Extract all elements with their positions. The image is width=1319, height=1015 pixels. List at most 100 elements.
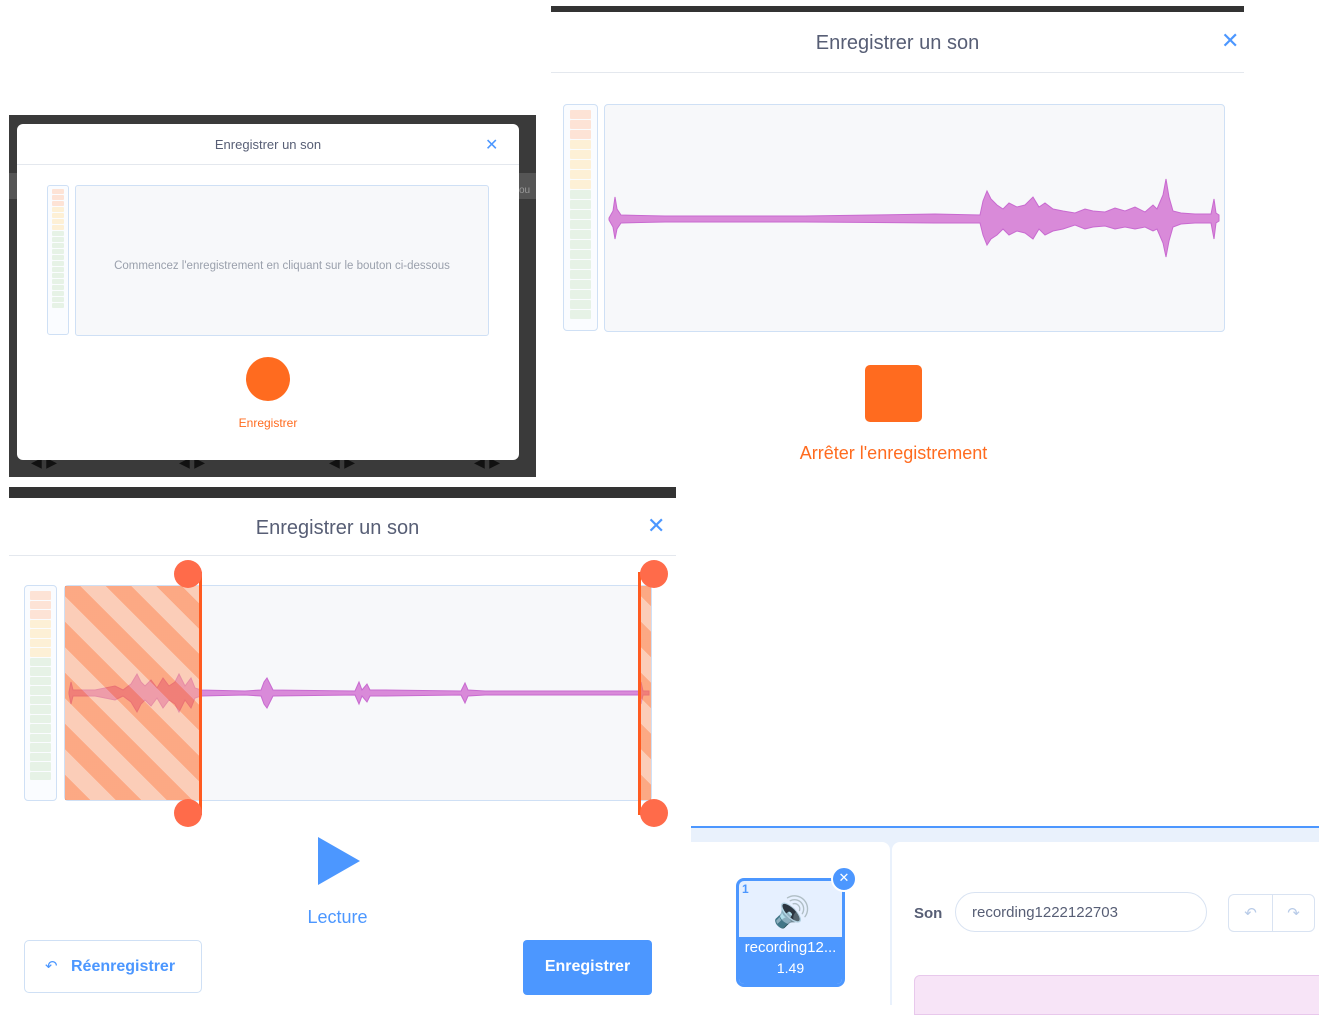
play-label[interactable]: Lecture (9, 907, 666, 928)
undo-icon[interactable]: ↶ (1228, 894, 1272, 932)
meter-segment (570, 130, 591, 139)
trim-right-knob-bottom[interactable] (640, 799, 668, 827)
divider (9, 555, 676, 556)
meter-segment (52, 303, 64, 308)
level-meter (24, 585, 57, 801)
meter-segment (52, 249, 64, 254)
meter-segment (52, 261, 64, 266)
stop-button[interactable] (865, 365, 922, 422)
meter-segment (570, 200, 591, 209)
meter-segment (570, 190, 591, 199)
waveform-preview (914, 975, 1319, 1015)
sound-editor: 1 🔊 recording12... 1.49 ✕ Son ↶ ↷ (691, 826, 1319, 1015)
meter-segment (30, 591, 51, 600)
meter-segment (30, 648, 51, 657)
meter-segment (30, 705, 51, 714)
background-text: ou (519, 185, 531, 196)
meter-segment (570, 240, 591, 249)
meter-segment (52, 273, 64, 278)
trim-right-region (641, 586, 651, 800)
meter-segment (570, 250, 591, 259)
modal-title: Enregistrer un son (815, 32, 980, 54)
rerecord-button[interactable]: ↶ Réenregistrer (24, 940, 202, 993)
trim-left-knob-top[interactable] (174, 560, 202, 588)
close-icon[interactable]: ✕ (485, 135, 498, 154)
record-modal-recording: Enregistrer un son ✕ Arrêter l'enregistr… (551, 6, 1244, 476)
speaker-icon: 🔊 (773, 895, 811, 930)
meter-segment (52, 279, 64, 284)
record-label[interactable]: Enregistrer (17, 416, 519, 430)
meter-segment (30, 714, 51, 723)
modal-title: Enregistrer un son (255, 517, 420, 539)
meter-segment (570, 270, 591, 279)
meter-segment (570, 170, 591, 179)
top-bar (9, 487, 676, 498)
meter-segment (570, 230, 591, 239)
sound-tile[interactable]: 1 🔊 recording12... 1.49 (736, 878, 845, 987)
divider (551, 72, 1244, 73)
meter-segment (30, 676, 51, 685)
record-modal-idle: ou ◀ ▶ ◀ ▶ ◀ ▶ ◀ ▶ Enregistrer un son ✕ … (9, 115, 536, 477)
meter-segment (52, 243, 64, 248)
trim-left-knob-bottom[interactable] (174, 799, 202, 827)
meter-segment (30, 733, 51, 742)
meter-segment (52, 189, 64, 194)
meter-segment (52, 219, 64, 224)
play-icon[interactable] (318, 837, 360, 885)
meter-segment (570, 220, 591, 229)
meter-segment (52, 201, 64, 206)
save-label: Enregistrer (544, 958, 631, 975)
waveform-area: Commencez l'enregistrement en cliquant s… (75, 185, 489, 336)
meter-segment (570, 150, 591, 159)
meter-segment (30, 667, 51, 676)
trim-right-handle[interactable] (638, 572, 641, 815)
meter-segment (52, 267, 64, 272)
record-modal-review: Enregistrer un son ✕ Lecture ↶ Réenregis… (9, 487, 676, 1005)
meter-segment (30, 762, 51, 771)
meter-segment (30, 629, 51, 638)
meter-segment (30, 752, 51, 761)
sound-tile-name: recording12... (744, 939, 837, 956)
sound-name-input[interactable] (955, 892, 1207, 932)
delete-icon[interactable]: ✕ (831, 866, 857, 892)
meter-segment (52, 255, 64, 260)
meter-segment (52, 195, 64, 200)
close-icon[interactable]: ✕ (647, 514, 665, 539)
meter-segment (30, 600, 51, 609)
sound-editor-main: Son ↶ ↷ (892, 842, 1319, 1015)
meter-segment (52, 207, 64, 212)
meter-segment (30, 695, 51, 704)
divider (17, 164, 519, 165)
close-icon[interactable]: ✕ (1221, 29, 1239, 54)
trim-left-handle[interactable] (199, 572, 202, 815)
meter-segment (570, 310, 591, 319)
trim-left-region (65, 586, 200, 800)
sound-tile-duration: 1.49 (776, 960, 805, 976)
meter-segment (30, 686, 51, 695)
meter-segment (30, 638, 51, 647)
redo-icon[interactable]: ↷ (1272, 894, 1315, 932)
meter-segment (30, 657, 51, 666)
meter-segment (570, 180, 591, 189)
meter-segment (30, 619, 51, 628)
record-button[interactable] (246, 357, 290, 401)
meter-segment (52, 213, 64, 218)
top-accent-line (691, 826, 1319, 828)
meter-segment (30, 610, 51, 619)
waveform-area (604, 104, 1225, 332)
meter-segment (570, 260, 591, 269)
stop-label[interactable]: Arrêter l'enregistrement (551, 443, 1236, 464)
top-bar (551, 6, 1244, 12)
rerecord-label: Réenregistrer (71, 958, 176, 975)
meter-segment (30, 771, 51, 780)
meter-segment (570, 140, 591, 149)
undo-icon: ↶ (45, 957, 58, 975)
save-button[interactable]: Enregistrer (523, 940, 652, 995)
modal-title: Enregistrer un son (214, 137, 322, 152)
trim-right-knob-top[interactable] (640, 560, 668, 588)
meter-segment (52, 297, 64, 302)
meter-segment (30, 743, 51, 752)
record-hint: Commencez l'enregistrement en cliquant s… (114, 260, 450, 272)
sound-number: 1 (742, 882, 749, 896)
level-meter (47, 185, 69, 335)
